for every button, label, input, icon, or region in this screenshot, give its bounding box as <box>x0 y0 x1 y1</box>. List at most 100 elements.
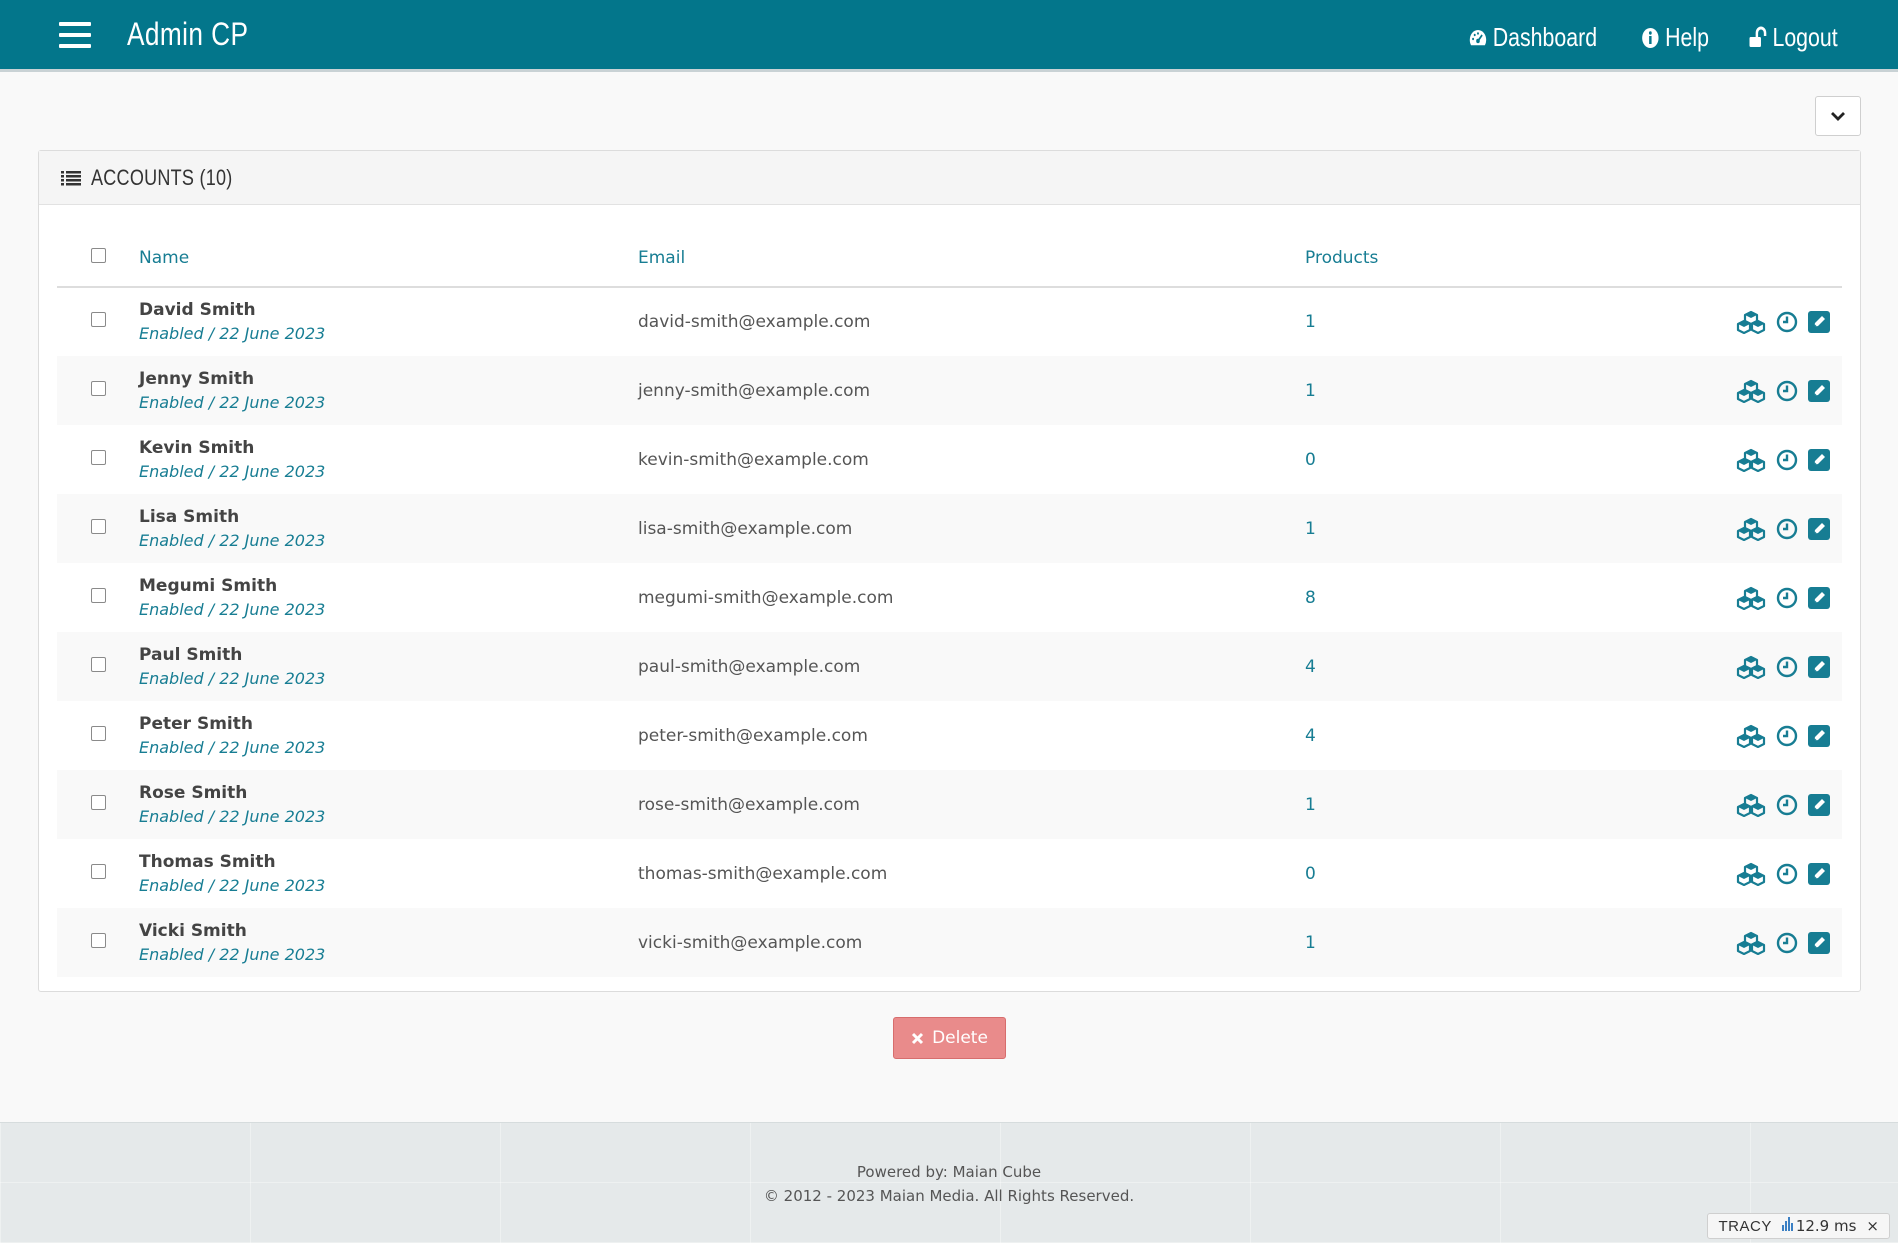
row-actions <box>1695 563 1842 632</box>
history-icon[interactable] <box>1776 449 1798 471</box>
account-status: Enabled / 22 June 2023 <box>139 392 326 412</box>
edit-icon[interactable] <box>1808 724 1830 747</box>
row-checkbox[interactable] <box>90 587 106 603</box>
edit-icon[interactable] <box>1808 379 1830 402</box>
tracy-close-button[interactable]: × <box>1866 1217 1879 1235</box>
delete-button[interactable]: Delete <box>893 1017 1006 1059</box>
account-status: Enabled / 22 June 2023 <box>139 944 326 964</box>
account-email: rose-smith@example.com <box>638 794 860 815</box>
products-icon[interactable] <box>1736 655 1766 679</box>
tracy-label: TRACY <box>1718 1217 1772 1235</box>
history-icon[interactable] <box>1776 932 1798 954</box>
account-status: Enabled / 22 June 2023 <box>139 737 326 757</box>
options-dropdown-button[interactable] <box>1815 96 1861 136</box>
row-actions <box>1695 287 1842 356</box>
products-icon[interactable] <box>1736 862 1766 886</box>
products-count-link[interactable]: 4 <box>1305 726 1316 746</box>
panel-title: ACCOUNTS (10) <box>91 164 233 190</box>
edit-icon[interactable] <box>1808 793 1830 816</box>
column-header-email[interactable]: Email <box>638 221 1305 288</box>
footer: Powered by: Maian Cube © 2012 - 2023 Mai… <box>0 1122 1898 1243</box>
history-icon[interactable] <box>1776 311 1798 333</box>
row-actions <box>1695 356 1842 425</box>
table-row: Thomas Smith Enabled / 22 June 2023 thomas… <box>57 839 1842 908</box>
products-count-link[interactable]: 0 <box>1305 450 1316 470</box>
row-actions <box>1695 701 1842 770</box>
nav-help-link[interactable]: Help <box>1640 22 1709 53</box>
account-name: Thomas Smith <box>139 851 276 872</box>
edit-icon[interactable] <box>1808 311 1830 333</box>
products-icon[interactable] <box>1736 793 1766 817</box>
edit-icon[interactable] <box>1808 586 1830 609</box>
products-count-link[interactable]: 0 <box>1305 864 1316 884</box>
products-count-link[interactable]: 1 <box>1305 519 1316 539</box>
history-icon[interactable] <box>1776 794 1798 816</box>
row-checkbox[interactable] <box>90 725 106 741</box>
menu-toggle-icon[interactable] <box>59 22 91 48</box>
products-icon[interactable] <box>1736 379 1766 403</box>
products-count-link[interactable]: 8 <box>1305 588 1316 608</box>
history-icon[interactable] <box>1776 656 1798 678</box>
edit-icon[interactable] <box>1808 862 1830 885</box>
products-count-link[interactable]: 4 <box>1305 657 1316 677</box>
edit-icon[interactable] <box>1808 448 1830 471</box>
column-header-name[interactable]: Name <box>139 221 638 288</box>
account-status: Enabled / 22 June 2023 <box>139 875 326 895</box>
products-count-link[interactable]: 1 <box>1305 933 1316 953</box>
row-checkbox[interactable] <box>90 518 106 534</box>
history-icon[interactable] <box>1776 725 1798 747</box>
products-count-link[interactable]: 1 <box>1305 795 1316 815</box>
info-icon <box>1642 27 1659 48</box>
products-count-link[interactable]: 1 <box>1305 381 1316 401</box>
history-icon[interactable] <box>1776 380 1798 402</box>
row-actions <box>1695 839 1842 908</box>
account-email: peter-smith@example.com <box>638 725 868 746</box>
row-actions <box>1695 770 1842 839</box>
table-row: Paul Smith Enabled / 22 June 2023 paul-smi… <box>57 632 1842 701</box>
tracy-time[interactable]: 12.9 ms <box>1781 1217 1856 1235</box>
account-status: Enabled / 22 June 2023 <box>139 668 326 688</box>
edit-icon[interactable] <box>1808 517 1830 540</box>
products-icon[interactable] <box>1736 931 1766 955</box>
account-name: Peter Smith <box>139 713 253 734</box>
edit-icon[interactable] <box>1808 931 1830 954</box>
bar-chart-icon <box>1781 1217 1793 1231</box>
products-icon[interactable] <box>1736 586 1766 610</box>
account-name: Rose Smith <box>139 782 248 803</box>
row-checkbox[interactable] <box>90 312 106 327</box>
brand-title: Admin CP <box>127 16 249 52</box>
panel-header: ACCOUNTS (10) <box>39 151 1860 205</box>
nav-dashboard-link[interactable]: Dashboard <box>1468 22 1597 53</box>
history-icon[interactable] <box>1776 518 1798 540</box>
products-icon[interactable] <box>1736 724 1766 748</box>
account-name: Lisa Smith <box>139 506 240 527</box>
table-header-row: Name Email Products <box>57 221 1842 288</box>
row-checkbox[interactable] <box>90 380 106 396</box>
accounts-panel: ACCOUNTS (10) Name Email Products David … <box>38 150 1861 992</box>
account-name: Megumi Smith <box>139 575 278 596</box>
table-row: Rose Smith Enabled / 22 June 2023 rose-smi… <box>57 770 1842 839</box>
row-checkbox[interactable] <box>90 794 106 810</box>
column-header-products[interactable]: Products <box>1305 221 1695 288</box>
row-checkbox[interactable] <box>90 449 106 465</box>
account-status: Enabled / 22 June 2023 <box>139 461 326 481</box>
nav-logout-link[interactable]: Logout <box>1748 22 1838 53</box>
top-nav: Dashboard Help Logout <box>1454 22 1848 53</box>
history-icon[interactable] <box>1776 863 1798 885</box>
products-count-link[interactable]: 1 <box>1305 312 1316 332</box>
row-checkbox[interactable] <box>90 863 106 879</box>
products-icon[interactable] <box>1736 517 1766 541</box>
top-bar: Admin CP Dashboard Help Logout <box>0 0 1898 72</box>
select-all-checkbox[interactable] <box>90 247 106 263</box>
edit-icon[interactable] <box>1808 655 1830 678</box>
products-icon[interactable] <box>1736 310 1766 334</box>
row-checkbox[interactable] <box>90 932 106 948</box>
tracy-debug-bar[interactable]: TRACY 12.9 ms × <box>1707 1213 1890 1239</box>
account-name: Kevin Smith <box>139 437 255 458</box>
history-icon[interactable] <box>1776 587 1798 609</box>
chevron-down-icon <box>1831 112 1845 121</box>
products-icon[interactable] <box>1736 448 1766 472</box>
row-checkbox[interactable] <box>90 656 106 672</box>
row-actions <box>1695 494 1842 563</box>
account-email: kevin-smith@example.com <box>638 449 869 470</box>
